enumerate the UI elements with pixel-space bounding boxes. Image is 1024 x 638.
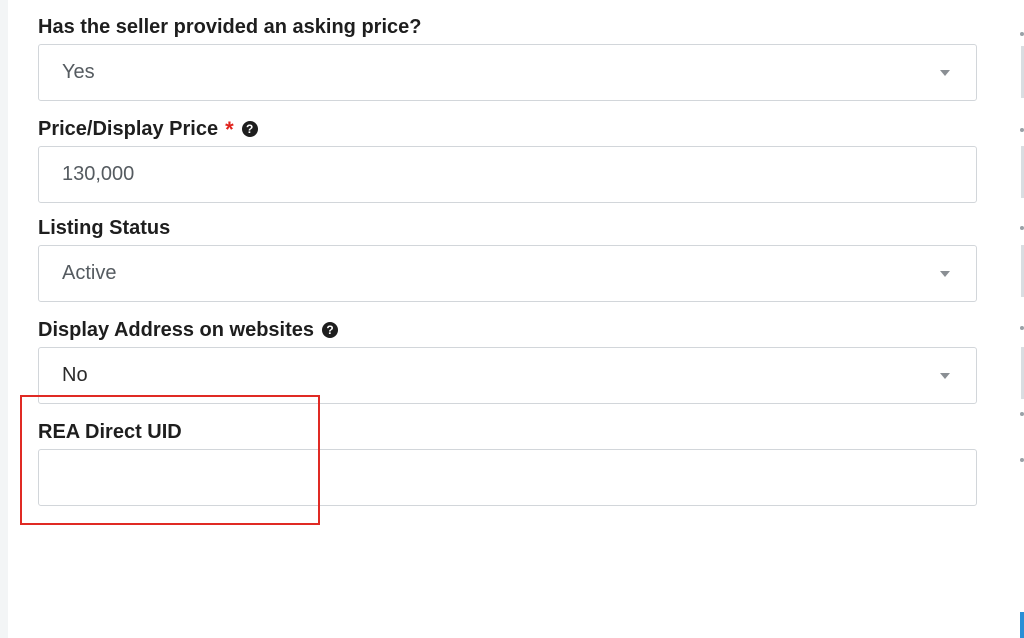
right-panel-edge [1014,0,1024,638]
highlight-annotation [20,395,320,525]
chevron-down-icon [940,70,950,76]
edge-mark [1020,612,1024,638]
edge-mark [1020,226,1024,230]
price-label-text: Price/Display Price [38,117,219,140]
chevron-down-icon [940,271,950,277]
question-circle-icon[interactable]: ? [241,121,258,137]
edge-mark [1020,458,1024,462]
edge-mark [1020,326,1024,330]
display-address-label: Display Address on websites ? [38,316,339,344]
listing-status-label-text: Listing Status [38,216,171,239]
asking-price-select[interactable]: Yes [38,44,977,101]
edge-mark [1020,128,1024,132]
listing-status-select-value: Active [62,262,117,284]
price-label: Price/Display Price * ? [38,115,258,143]
edge-mark [1020,32,1024,36]
asking-price-select-value: Yes [62,61,95,83]
display-address-label-text: Display Address on websites [38,318,315,341]
price-input[interactable] [38,146,977,203]
required-star: * [225,117,234,142]
edge-mark [1020,412,1024,416]
asking-price-label-text: Has the seller provided an asking price? [38,15,422,38]
question-circle-icon[interactable]: ? [322,322,339,338]
listing-status-label: Listing Status [38,214,170,242]
listing-status-select[interactable]: Active [38,245,977,302]
chevron-down-icon [940,373,950,379]
left-gutter [0,0,8,638]
asking-price-label: Has the seller provided an asking price? [38,13,421,41]
